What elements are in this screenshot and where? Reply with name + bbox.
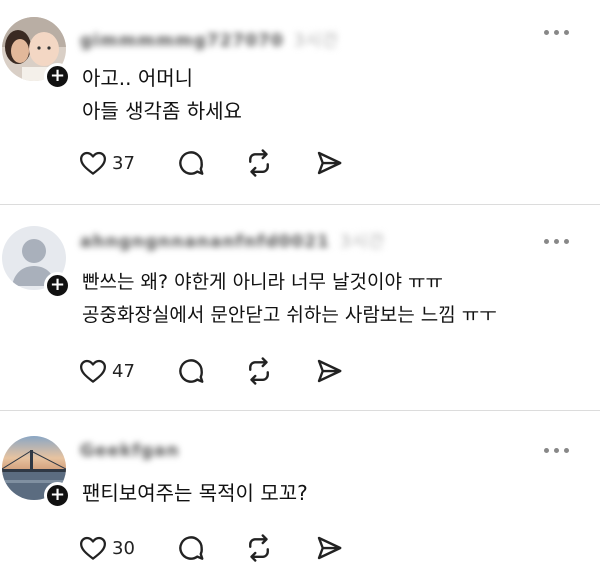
username-text: Geekfgan — [80, 441, 180, 461]
action-bar: 37 — [78, 146, 378, 180]
username[interactable]: ahngngnnananfnfd0021 3시간 — [80, 227, 385, 252]
like-button[interactable]: 37 — [78, 146, 135, 180]
send-icon — [317, 536, 342, 560]
share-button[interactable] — [314, 354, 344, 388]
reply-button[interactable] — [176, 146, 206, 180]
like-count: 47 — [112, 360, 135, 382]
post-text-line: 공중화장실에서 문안닫고 쉬하는 사람보는 느낌 ㅠㅜ — [82, 304, 497, 326]
share-button[interactable] — [314, 146, 344, 180]
comment-icon — [179, 359, 204, 383]
action-bar: 47 — [78, 354, 378, 388]
repost-button[interactable] — [244, 531, 274, 565]
timestamp: 3시간 — [339, 232, 385, 252]
heart-icon — [80, 151, 106, 175]
follow-plus-icon[interactable]: + — [44, 272, 71, 299]
send-icon — [317, 359, 342, 383]
post-text: 아고.. 어머니 아들 생각좀 하세요 — [82, 62, 242, 128]
timestamp: 3시간 — [293, 31, 339, 51]
post-text-line: 아들 생각좀 하세요 — [82, 99, 242, 123]
like-count: 37 — [112, 152, 135, 174]
username-text: gimmmmmg727070 — [80, 31, 284, 51]
more-options-icon[interactable] — [544, 236, 572, 246]
more-options-icon[interactable] — [544, 27, 572, 37]
like-button[interactable]: 47 — [78, 354, 135, 388]
repost-button[interactable] — [244, 146, 274, 180]
like-button[interactable]: 30 — [78, 531, 135, 565]
repost-icon — [249, 357, 269, 385]
username[interactable]: gimmmmmg727070 3시간 — [80, 26, 339, 51]
more-options-icon[interactable] — [544, 445, 572, 455]
post: + Geekfgan 팬티보여주는 목적이 모꼬? 30 — [0, 410, 600, 572]
send-icon — [317, 151, 342, 175]
comment-icon — [179, 536, 204, 560]
repost-icon — [249, 534, 269, 562]
post: + gimmmmmg727070 3시간 아고.. 어머니 아들 생각좀 하세요 … — [0, 0, 600, 204]
post-text-line: 빤쓰는 왜? 야한게 아니라 너무 날것이야 ㅠㅠ — [82, 271, 443, 293]
reply-button[interactable] — [176, 354, 206, 388]
post-text-line: 아고.. 어머니 — [82, 66, 194, 90]
heart-icon — [80, 536, 106, 560]
comment-icon — [179, 151, 204, 175]
post-text: 빤쓰는 왜? 야한게 아니라 너무 날것이야 ㅠㅠ 공중화장실에서 문안닫고 쉬… — [82, 266, 497, 332]
repost-icon — [249, 149, 269, 177]
username-text: ahngngnnananfnfd0021 — [80, 232, 330, 252]
follow-plus-icon[interactable]: + — [44, 63, 71, 90]
username[interactable]: Geekfgan — [80, 441, 179, 463]
heart-icon — [80, 359, 106, 383]
repost-button[interactable] — [244, 354, 274, 388]
post-text-line: 팬티보여주는 목적이 모꼬? — [82, 481, 308, 505]
action-bar: 30 — [78, 531, 378, 565]
reply-button[interactable] — [176, 531, 206, 565]
like-count: 30 — [112, 537, 135, 559]
post: + ahngngnnananfnfd0021 3시간 빤쓰는 왜? 야한게 아니라… — [0, 204, 600, 410]
share-button[interactable] — [314, 531, 344, 565]
post-text: 팬티보여주는 목적이 모꼬? — [82, 477, 308, 510]
follow-plus-icon[interactable]: + — [44, 482, 71, 509]
